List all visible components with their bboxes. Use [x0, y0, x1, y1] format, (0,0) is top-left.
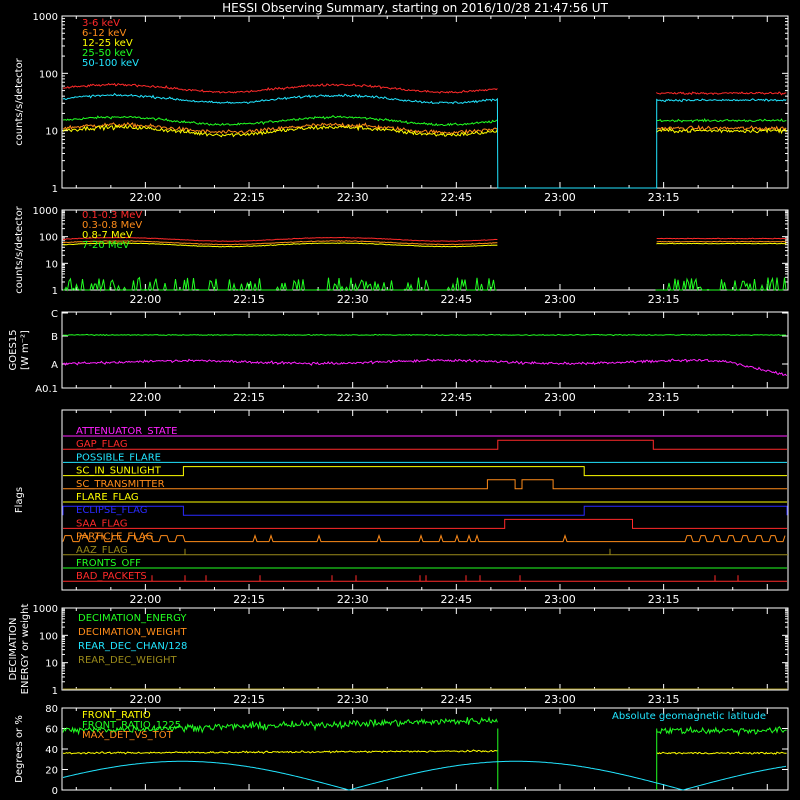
flag-label: POSSIBLE_FLARE	[76, 452, 161, 463]
x-tick-label: 22:30	[337, 593, 369, 606]
y-tick-label: 10	[45, 127, 58, 138]
flag-line	[63, 439, 787, 450]
flag-label: SC_TRANSMITTER	[76, 479, 165, 490]
panel-frame	[61, 209, 789, 291]
hessi-summary-chart: HESSI Observing Summary, starting on 201…	[8, 1, 789, 797]
x-tick-label: 22:15	[233, 293, 265, 306]
flag-label: SC_IN_SUNLIGHT	[76, 466, 162, 477]
y-tick-label: 1000	[33, 206, 58, 217]
flag-line	[63, 479, 787, 490]
x-tick-label: 23:00	[544, 293, 576, 306]
legend-label: MAX_DET_VS_TOT	[82, 730, 174, 741]
x-tick-label: 22:00	[130, 191, 162, 204]
y-tick-label: A0.1	[35, 384, 58, 395]
annotation: Absolute geomagnetic latitude	[612, 711, 766, 722]
x-tick-label: 22:45	[440, 593, 472, 606]
flag-line	[63, 518, 787, 529]
y-tick-label: B	[51, 332, 58, 343]
legend-label: REAR_DEC_CHAN/128	[78, 641, 187, 652]
y-tick-label: 100	[39, 631, 58, 642]
x-tick-label: 22:15	[233, 693, 265, 706]
y-tick-label: 60	[45, 725, 58, 736]
x-tick-label: 22:00	[130, 593, 162, 606]
y-tick-label: 10	[45, 659, 58, 670]
y-axis-label: counts/s/detector	[14, 57, 25, 145]
x-tick-label: 23:00	[544, 593, 576, 606]
x-tick-label: 22:00	[130, 391, 162, 404]
x-tick-label: 23:15	[648, 593, 680, 606]
y-axis-label: GOES15	[8, 329, 19, 370]
series-line	[62, 760, 787, 791]
y-axis-label: DECIMATION	[8, 617, 19, 680]
y-tick-label: 10	[45, 259, 58, 270]
x-tick-label: 23:15	[648, 293, 680, 306]
chart-title: HESSI Observing Summary, starting on 201…	[222, 1, 608, 15]
x-tick-label: 22:30	[337, 693, 369, 706]
x-tick-label: 22:30	[337, 191, 369, 204]
series-line	[62, 82, 787, 96]
flag-line	[63, 466, 787, 477]
x-tick-label: 23:00	[544, 693, 576, 706]
y-tick-label: 1	[52, 286, 58, 297]
y-tick-label: 100	[39, 69, 58, 80]
y-tick-label: 100	[39, 233, 58, 244]
legend-label: 50-100 keV	[82, 58, 139, 69]
x-tick-label: 23:00	[544, 391, 576, 404]
y-axis-label: Flags	[14, 487, 25, 513]
y-tick-label: 1000	[33, 12, 58, 23]
x-tick-label: 22:00	[130, 693, 162, 706]
x-tick-label: 22:00	[130, 293, 162, 306]
x-tick-label: 22:45	[440, 191, 472, 204]
legend-label: 7-20 MeV	[82, 240, 130, 251]
y-axis-label: Degrees or %	[14, 715, 25, 783]
panel-frame	[61, 409, 789, 591]
x-tick-label: 22:45	[440, 693, 472, 706]
y-axis-label: counts/s/detector	[14, 205, 25, 293]
legend-label: DECIMATION_WEIGHT	[78, 627, 187, 638]
x-tick-label: 22:30	[337, 391, 369, 404]
series-line	[63, 276, 787, 292]
x-tick-label: 23:15	[648, 693, 680, 706]
flag-label: ATTENUATOR_STATE	[76, 426, 177, 437]
y-tick-label: 1	[52, 686, 58, 697]
y-tick-label: 40	[45, 745, 58, 756]
x-tick-label: 22:45	[440, 293, 472, 306]
flag-label: GAP_FLAG	[76, 439, 128, 450]
panel-frame	[61, 311, 789, 389]
y-tick-label: 1000	[33, 604, 58, 615]
legend-label: REAR_DEC_WEIGHT	[78, 655, 177, 666]
x-tick-label: 22:45	[440, 391, 472, 404]
x-tick-label: 22:15	[233, 593, 265, 606]
x-tick-label: 23:00	[544, 191, 576, 204]
series-line	[63, 115, 787, 127]
y-tick-label: 80	[45, 704, 58, 715]
x-tick-label: 22:15	[233, 191, 265, 204]
flag-label: ECLIPSE_FLAG	[76, 505, 147, 516]
x-tick-label: 23:15	[648, 391, 680, 404]
series-line	[62, 333, 786, 337]
flag-line	[62, 505, 788, 516]
x-tick-label: 22:15	[233, 391, 265, 404]
y-tick-label: A	[51, 360, 58, 371]
series-line	[62, 92, 787, 189]
series-line	[62, 749, 787, 755]
series-line	[62, 236, 787, 242]
flag-label: FLARE_FLAG	[76, 492, 139, 503]
y-axis-label: [W m⁻²]	[20, 330, 31, 370]
legend-label: DECIMATION_ENERGY	[78, 613, 187, 624]
x-tick-label: 23:15	[648, 191, 680, 204]
y-tick-label: 1	[52, 184, 58, 195]
flag-label: FRONTS_OFF	[76, 558, 141, 569]
y-tick-label: C	[51, 309, 58, 320]
flag-label: BAD_PACKETS	[76, 571, 147, 582]
series-line	[62, 358, 787, 377]
x-tick-label: 22:30	[337, 293, 369, 306]
y-tick-label: 20	[45, 766, 58, 777]
flag-line	[62, 534, 786, 543]
flag-label: SAA_FLAG	[76, 518, 127, 529]
y-tick-label: 0	[52, 786, 58, 797]
flag-label: AAZ_FLAG	[76, 545, 128, 556]
y-axis-label: ENERGY or weight	[20, 604, 31, 695]
